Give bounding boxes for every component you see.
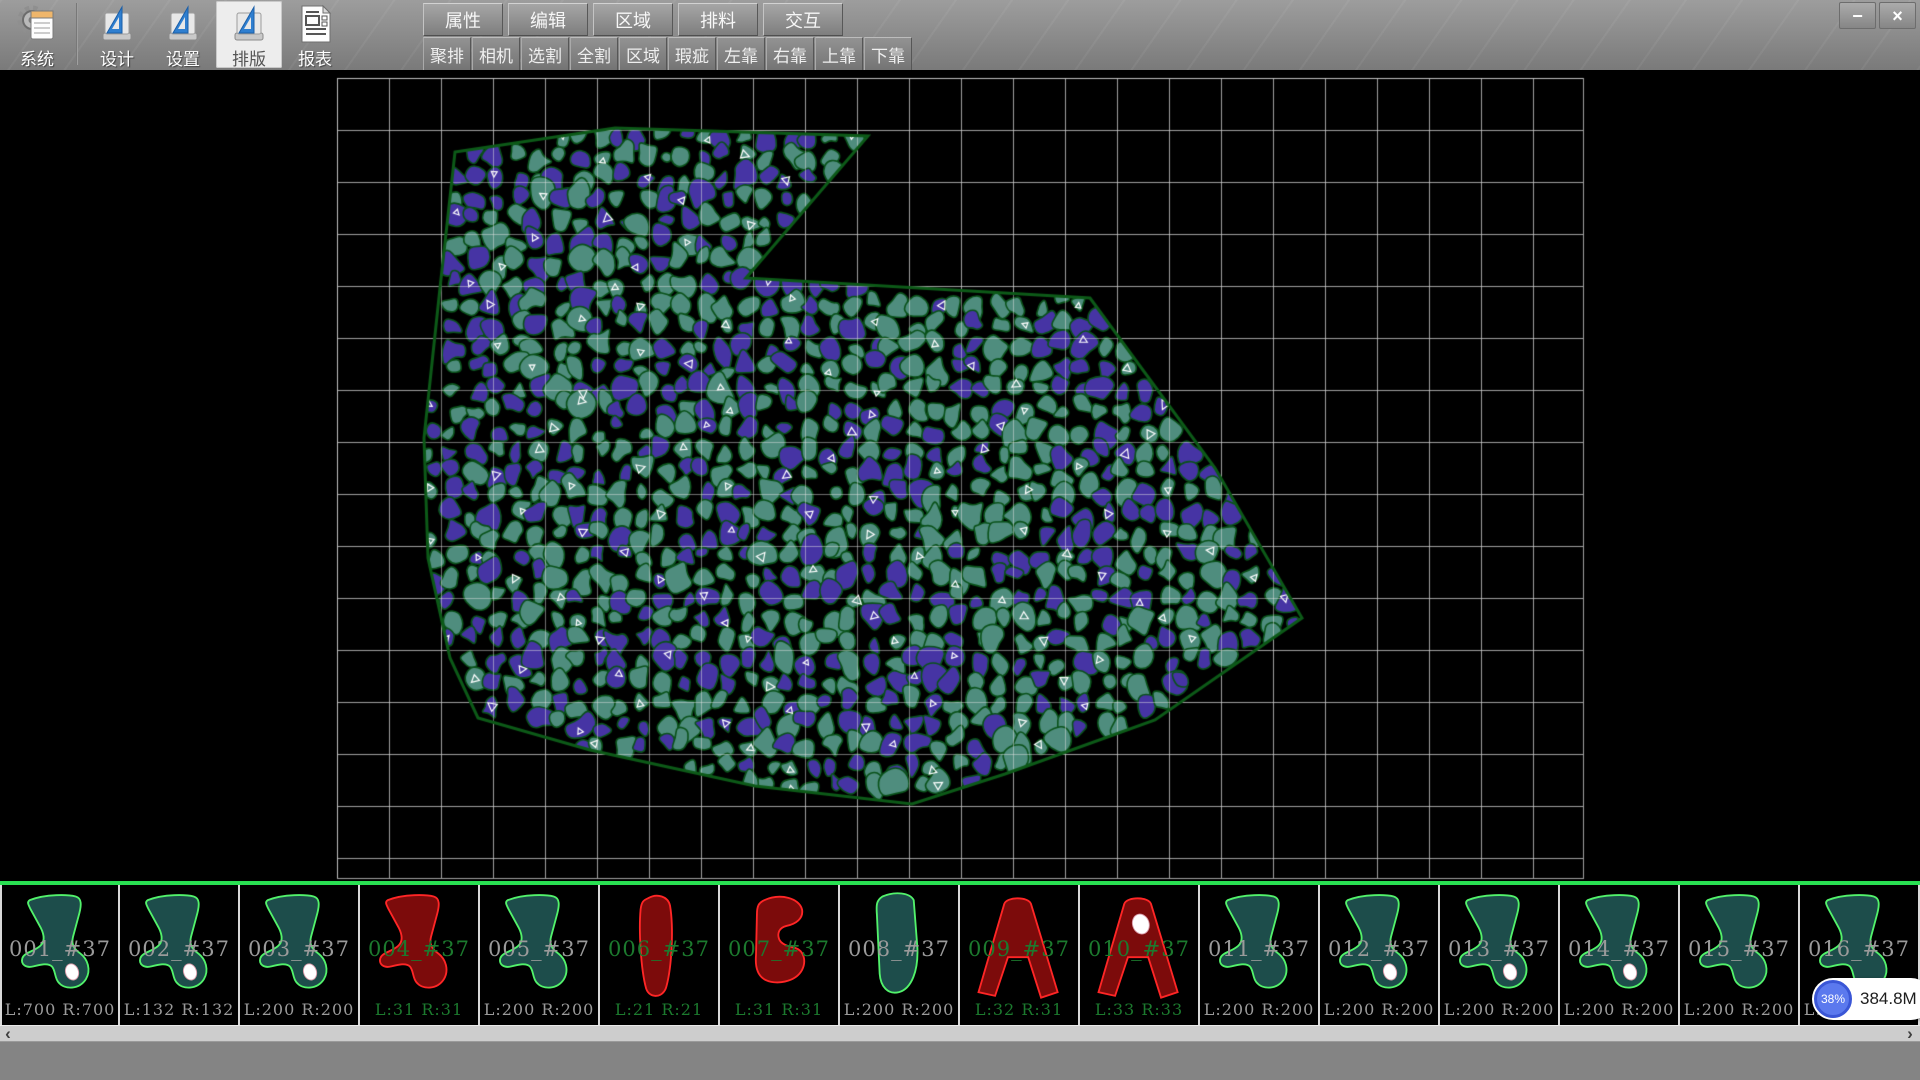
tool-button-7[interactable]: 左靠 [717, 37, 765, 71]
scroll-left-arrow[interactable]: ‹ [0, 1026, 16, 1042]
piece-count-info: L:31 R:31 [720, 1000, 838, 1019]
piece-count-info: L:132 R:132 [120, 1000, 238, 1019]
piece-thumbnail[interactable]: 015_#37 L:200 R:200 [1680, 885, 1800, 1025]
tool-button-3[interactable]: 选割 [521, 37, 569, 71]
mode-button-design[interactable]: 设计 [84, 1, 150, 68]
piece-count-info: L:200 R:200 [1560, 1000, 1678, 1019]
piece-name: 003_#37 [240, 937, 358, 961]
set-square-icon [161, 3, 205, 45]
piece-thumbnail[interactable]: 002_#37 L:132 R:132 [120, 885, 240, 1025]
tool-button-4[interactable]: 全割 [570, 37, 618, 71]
status-bar [0, 1041, 1920, 1080]
progress-percent-indicator: 38% [1814, 980, 1852, 1018]
tool-button-1[interactable]: 聚排 [423, 37, 471, 71]
piece-count-info: L:200 R:200 [240, 1000, 358, 1019]
piece-thumbnail[interactable]: 005_#37 L:200 R:200 [480, 885, 600, 1025]
mode-button-setup[interactable]: 设置 [150, 1, 216, 68]
menu-button-2[interactable]: 编辑 [508, 3, 588, 36]
piece-name: 013_#37 [1440, 937, 1558, 961]
piece-thumbnail[interactable]: 007_#37 L:31 R:31 [720, 885, 840, 1025]
set-square-icon [227, 3, 271, 45]
piece-count-info: L:200 R:200 [1320, 1000, 1438, 1019]
mode-button-label: 排版 [232, 45, 266, 70]
piece-count-info: L:200 R:200 [840, 1000, 958, 1019]
piece-count-info: L:200 R:200 [1200, 1000, 1318, 1019]
piece-thumbnail[interactable]: 004_#37 L:31 R:31 [360, 885, 480, 1025]
mode-button-label: 报表 [298, 45, 332, 70]
piece-thumbnail-strip: 001_#37L:700 R:700002_#37L:132 R:132003_… [0, 881, 1920, 1025]
tool-button-9[interactable]: 上靠 [815, 37, 863, 71]
piece-name: 002_#37 [120, 937, 238, 961]
mode-button-bar: 系统 设计 设置 排版 报表 [4, 1, 348, 68]
thumbnail-scrollbar[interactable]: ‹ › [0, 1025, 1920, 1042]
piece-thumbnail[interactable]: 008_#37 L:200 R:200 [840, 885, 960, 1025]
piece-thumbnail[interactable]: 010_#37 L:33 R:33 [1080, 885, 1200, 1025]
piece-count-info: L:200 R:200 [480, 1000, 598, 1019]
mode-button-label: 设计 [100, 45, 134, 70]
piece-count-info: L:31 R:31 [360, 1000, 478, 1019]
minimize-button[interactable]: − [1839, 2, 1876, 29]
piece-count-info: L:200 R:200 [1440, 1000, 1558, 1019]
menu-button-5[interactable]: 交互 [763, 3, 843, 36]
piece-name: 007_#37 [720, 937, 838, 961]
memory-usage-label: 384.8M [1860, 978, 1917, 1020]
piece-name: 010_#37 [1080, 937, 1198, 961]
close-button[interactable]: × [1879, 2, 1916, 29]
mode-button-label: 设置 [166, 45, 200, 70]
menu-button-3[interactable]: 区域 [593, 3, 673, 36]
nesting-canvas[interactable] [0, 70, 1920, 881]
mode-button-system[interactable]: 系统 [4, 1, 70, 68]
piece-count-info: L:32 R:31 [960, 1000, 1078, 1019]
piece-name: 016_#37 [1800, 937, 1918, 961]
system-gear-icon [15, 3, 59, 45]
piece-thumbnail[interactable]: 001_#37 L:700 R:700 [0, 885, 120, 1025]
piece-name: 006_#37 [600, 937, 718, 961]
piece-count-info: L:33 R:33 [1080, 1000, 1198, 1019]
tool-button-6[interactable]: 瑕疵 [668, 37, 716, 71]
piece-name: 011_#37 [1200, 937, 1318, 961]
piece-thumbnail[interactable]: 014_#37 L:200 R:200 [1560, 885, 1680, 1025]
set-square-icon [95, 3, 139, 45]
piece-thumbnail[interactable]: 006_#37 L:21 R:21 [600, 885, 720, 1025]
tool-button-10[interactable]: 下靠 [864, 37, 912, 71]
piece-thumbnail[interactable]: 003_#37 L:200 R:200 [240, 885, 360, 1025]
piece-name: 008_#37 [840, 937, 958, 961]
piece-name: 012_#37 [1320, 937, 1438, 961]
piece-count-info: L:700 R:700 [2, 1000, 118, 1019]
piece-thumbnail[interactable]: 013_#37 L:200 R:200 [1440, 885, 1560, 1025]
tool-button-8[interactable]: 右靠 [766, 37, 814, 71]
piece-name: 005_#37 [480, 937, 598, 961]
piece-name: 004_#37 [360, 937, 478, 961]
report-icon [293, 3, 337, 45]
piece-thumbnail[interactable]: 011_#37 L:200 R:200 [1200, 885, 1320, 1025]
menu-row-primary: 属性编辑区域排料交互 [423, 3, 848, 36]
window-controls: − × [1839, 2, 1916, 29]
mode-button-label: 系统 [20, 45, 54, 70]
piece-name: 009_#37 [960, 937, 1078, 961]
menu-button-4[interactable]: 排料 [678, 3, 758, 36]
piece-name: 001_#37 [2, 937, 118, 961]
piece-thumbnail[interactable]: 009_#37 L:32 R:31 [960, 885, 1080, 1025]
piece-count-info: L:200 R:200 [1680, 1000, 1798, 1019]
piece-name: 015_#37 [1680, 937, 1798, 961]
tool-button-2[interactable]: 相机 [472, 37, 520, 71]
mode-button-nesting[interactable]: 排版 [216, 1, 282, 68]
menu-button-1[interactable]: 属性 [423, 3, 503, 36]
menu-row-tools: 聚排相机选割全割区域瑕疵左靠右靠上靠下靠 [423, 37, 913, 71]
toolbar-divider [76, 3, 78, 65]
application-window: 系统 设计 设置 排版 报表 属性编辑区域排料交互 聚排相机选割全割区域瑕疵左靠右靠上靠… [0, 0, 1920, 1080]
progress-badge: 38% 384.8M [1812, 978, 1920, 1020]
tool-button-5[interactable]: 区域 [619, 37, 667, 71]
piece-thumbnail[interactable]: 012_#37 L:200 R:200 [1320, 885, 1440, 1025]
main-toolbar: 系统 设计 设置 排版 报表 属性编辑区域排料交互 聚排相机选割全割区域瑕疵左靠右靠上靠… [0, 0, 1920, 71]
piece-count-info: L:21 R:21 [600, 1000, 718, 1019]
mode-button-report[interactable]: 报表 [282, 1, 348, 68]
scroll-right-arrow[interactable]: › [1902, 1026, 1918, 1042]
piece-name: 014_#37 [1560, 937, 1678, 961]
